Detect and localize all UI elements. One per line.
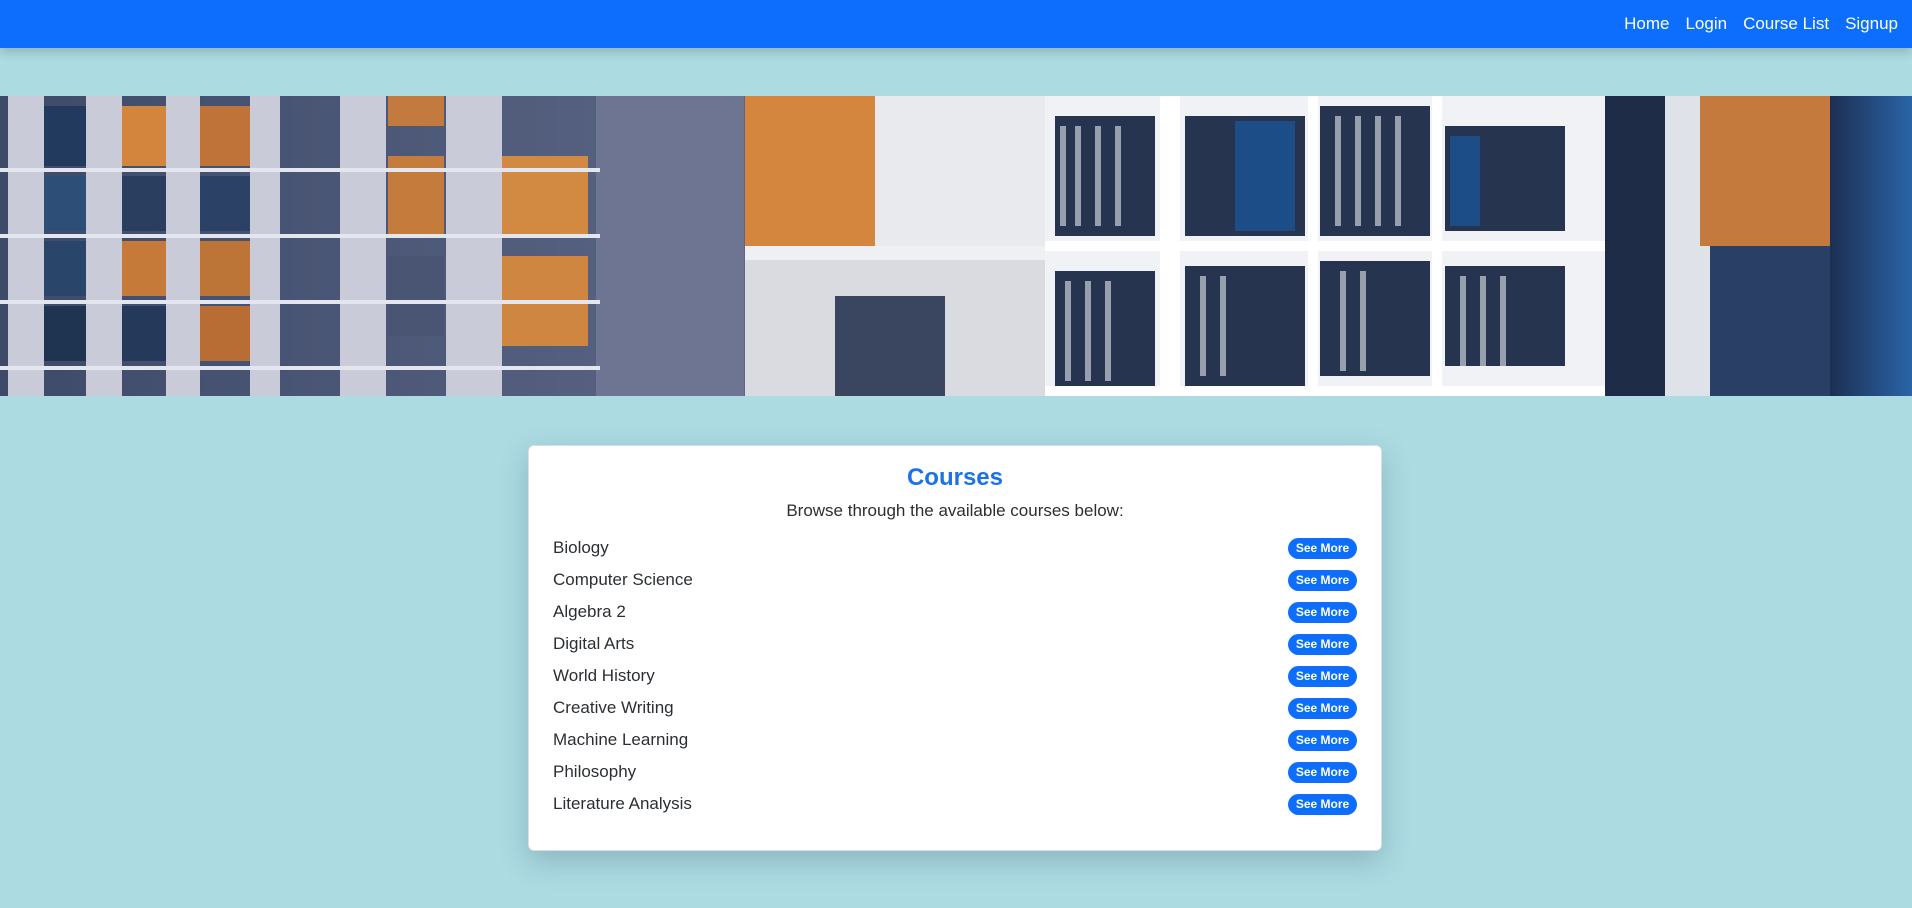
top-navbar: Home Login Course List Signup bbox=[0, 0, 1912, 48]
see-more-button[interactable]: See More bbox=[1288, 761, 1357, 783]
see-more-button[interactable]: See More bbox=[1288, 665, 1357, 687]
see-more-button[interactable]: See More bbox=[1288, 729, 1357, 751]
see-more-button[interactable]: See More bbox=[1288, 601, 1357, 623]
list-item: Biology See More bbox=[553, 532, 1357, 564]
list-item: Machine Learning See More bbox=[553, 724, 1357, 756]
nav-link-home[interactable]: Home bbox=[1624, 14, 1669, 34]
courses-card: Courses Browse through the available cou… bbox=[528, 445, 1382, 851]
nav-link-login[interactable]: Login bbox=[1685, 14, 1727, 34]
see-more-button[interactable]: See More bbox=[1288, 697, 1357, 719]
course-name: Biology bbox=[553, 538, 609, 557]
list-item: World History See More bbox=[553, 660, 1357, 692]
see-more-button[interactable]: See More bbox=[1288, 537, 1357, 559]
course-name: Philosophy bbox=[553, 762, 637, 781]
list-item: Digital Arts See More bbox=[553, 628, 1357, 660]
nav-link-course-list[interactable]: Course List bbox=[1743, 14, 1829, 34]
list-item: Computer Science See More bbox=[553, 564, 1357, 596]
see-more-button[interactable]: See More bbox=[1288, 793, 1357, 815]
see-more-button[interactable]: See More bbox=[1288, 633, 1357, 655]
list-item: Philosophy See More bbox=[553, 756, 1357, 788]
course-name: Computer Science bbox=[553, 570, 693, 589]
course-name: Algebra 2 bbox=[553, 602, 626, 621]
course-name: Creative Writing bbox=[553, 698, 674, 717]
course-name: Machine Learning bbox=[553, 730, 689, 749]
library-bookshelves-illustration bbox=[0, 96, 1912, 396]
list-item: Algebra 2 See More bbox=[553, 596, 1357, 628]
nav-link-signup[interactable]: Signup bbox=[1845, 14, 1898, 34]
course-name: Digital Arts bbox=[553, 634, 635, 653]
see-more-button[interactable]: See More bbox=[1288, 569, 1357, 591]
list-item: Literature Analysis See More bbox=[553, 788, 1357, 820]
page-title: Courses bbox=[906, 464, 1004, 491]
courses-subtitle: Browse through the available courses bel… bbox=[786, 501, 1124, 520]
course-list: Biology See More Computer Science See Mo… bbox=[553, 532, 1357, 820]
hero-banner-image bbox=[0, 96, 1912, 396]
course-name: Literature Analysis bbox=[553, 794, 692, 813]
list-item: Creative Writing See More bbox=[553, 692, 1357, 724]
course-name: World History bbox=[553, 666, 655, 685]
